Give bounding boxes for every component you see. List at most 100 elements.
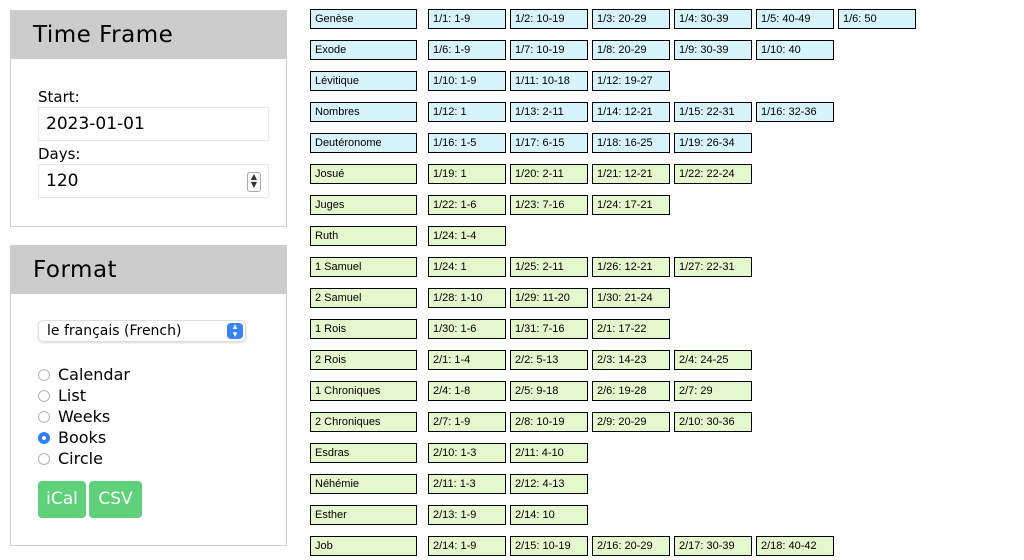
radio-books-label: Books [58, 428, 107, 447]
reading-cell: 1/19: 26-34 [674, 133, 752, 153]
reading-cell: 1/28: 1-10 [428, 288, 506, 308]
book-name-cell: 1 Rois [310, 319, 417, 339]
reading-cell: 1/19: 1 [428, 164, 506, 184]
book-name-cell: Deutéronome [310, 133, 417, 153]
radio-circle-icon[interactable] [38, 452, 50, 465]
radio-calendar-label: Calendar [58, 365, 130, 384]
reading-cell: 2/1: 17-22 [592, 319, 670, 339]
book-name-cell: Ruth [310, 226, 417, 246]
radio-circle-icon[interactable] [38, 368, 50, 381]
reading-cell: 2/5: 9-18 [510, 381, 588, 401]
reading-cell: 2/9: 20-29 [592, 412, 670, 432]
reading-cell: 1/16: 1-5 [428, 133, 506, 153]
radio-circle-icon[interactable] [38, 389, 50, 402]
reading-cell: 1/16: 32-36 [756, 102, 834, 122]
radio-books[interactable]: Books [38, 427, 106, 448]
reading-cell: 2/3: 14-23 [592, 350, 670, 370]
reading-cell: 1/27: 22-31 [674, 257, 752, 277]
reading-cell: 2/16: 20-29 [592, 536, 670, 556]
reading-cell: 1/21: 12-21 [592, 164, 670, 184]
book-name-cell: 1 Chroniques [310, 381, 417, 401]
reading-cell: 2/12: 4-13 [510, 474, 588, 494]
radio-circle[interactable]: Circle [38, 448, 103, 469]
ical-button[interactable]: iCal [38, 481, 86, 518]
reading-cell: 1/9: 30-39 [674, 40, 752, 60]
book-name-cell: Esdras [310, 443, 417, 463]
book-name-cell: Nombres [310, 102, 417, 122]
reading-cell: 1/2: 10-19 [510, 9, 588, 29]
book-name-cell: 1 Samuel [310, 257, 417, 277]
time-frame-panel: Time Frame Start: Days: ▲▼ [10, 10, 287, 227]
book-name-cell: Job [310, 536, 417, 556]
reading-cell: 1/12: 19-27 [592, 71, 670, 91]
reading-cell: 2/14: 10 [510, 505, 588, 525]
reading-cell: 1/7: 10-19 [510, 40, 588, 60]
reading-cell: 2/13: 1-9 [428, 505, 506, 525]
radio-calendar[interactable]: Calendar [38, 364, 130, 385]
reading-cell: 2/1: 1-4 [428, 350, 506, 370]
book-name-cell: Exode [310, 40, 417, 60]
reading-cell: 1/17: 6-15 [510, 133, 588, 153]
reading-cell: 1/24: 1 [428, 257, 506, 277]
start-date-input[interactable] [38, 107, 269, 141]
reading-cell: 2/4: 1-8 [428, 381, 506, 401]
reading-cell: 1/4: 30-39 [674, 9, 752, 29]
reading-cell: 1/31: 7-16 [510, 319, 588, 339]
days-stepper[interactable]: ▲ ▼ [247, 172, 261, 192]
reading-cell: 1/24: 1-4 [428, 226, 506, 246]
reading-cell: 1/5: 40-49 [756, 9, 834, 29]
select-chevron-icon: ▴ ▾ [227, 323, 243, 340]
reading-cell: 1/10: 1-9 [428, 71, 506, 91]
reading-cell: 1/30: 1-6 [428, 319, 506, 339]
radio-circle-icon[interactable] [38, 410, 50, 423]
reading-cell: 1/22: 1-6 [428, 195, 506, 215]
book-name-cell: Juges [310, 195, 417, 215]
reading-cell: 2/7: 1-9 [428, 412, 506, 432]
book-name-cell: 2 Samuel [310, 288, 417, 308]
reading-cell: 1/25: 2-11 [510, 257, 588, 277]
reading-cell: 2/10: 30-36 [674, 412, 752, 432]
reading-cell: 2/11: 1-3 [428, 474, 506, 494]
radio-checked-icon[interactable] [38, 431, 50, 444]
reading-cell: 1/29: 11-20 [510, 288, 588, 308]
reading-cell: 1/6: 1-9 [428, 40, 506, 60]
days-label: Days: [38, 145, 81, 163]
reading-cell: 2/4: 24-25 [674, 350, 752, 370]
language-select-value: le français (French) [47, 323, 182, 339]
reading-cell: 2/7: 29 [674, 381, 752, 401]
reading-cell: 1/1: 1-9 [428, 9, 506, 29]
reading-cell: 1/15: 22-31 [674, 102, 752, 122]
radio-list[interactable]: List [38, 385, 86, 406]
reading-cell: 2/6: 19-28 [592, 381, 670, 401]
radio-circle-label: Circle [58, 449, 103, 468]
reading-cell: 2/17: 30-39 [674, 536, 752, 556]
book-name-cell: Josué [310, 164, 417, 184]
csv-button[interactable]: CSV [89, 481, 142, 518]
reading-cell: 1/22: 22-24 [674, 164, 752, 184]
language-select[interactable]: le français (French) ▴ ▾ [38, 320, 246, 342]
radio-weeks[interactable]: Weeks [38, 406, 110, 427]
book-name-cell: 2 Chroniques [310, 412, 417, 432]
reading-cell: 1/30: 21-24 [592, 288, 670, 308]
reading-cell: 1/18: 16-25 [592, 133, 670, 153]
days-input[interactable] [38, 164, 269, 198]
reading-cell: 2/15: 10-19 [510, 536, 588, 556]
reading-cell: 1/6: 50 [838, 9, 916, 29]
reading-cell: 1/24: 17-21 [592, 195, 670, 215]
days-field: ▲▼ [38, 164, 269, 200]
reading-cell: 2/11: 4-10 [510, 443, 588, 463]
reading-cell: 1/26: 12-21 [592, 257, 670, 277]
reading-cell: 2/2: 5-13 [510, 350, 588, 370]
reading-cell: 2/10: 1-3 [428, 443, 506, 463]
reading-cell: 1/10: 40 [756, 40, 834, 60]
reading-cell: 1/23: 7-16 [510, 195, 588, 215]
reading-cell: 1/11: 10-18 [510, 71, 588, 91]
book-name-cell: Néhémie [310, 474, 417, 494]
reading-cell: 1/14: 12-21 [592, 102, 670, 122]
start-label: Start: [38, 88, 80, 106]
reading-cell: 2/8: 10-19 [510, 412, 588, 432]
time-frame-title: Time Frame [11, 11, 286, 59]
reading-cell: 2/18: 40-42 [756, 536, 834, 556]
radio-weeks-label: Weeks [58, 407, 111, 426]
reading-cell: 1/12: 1 [428, 102, 506, 122]
